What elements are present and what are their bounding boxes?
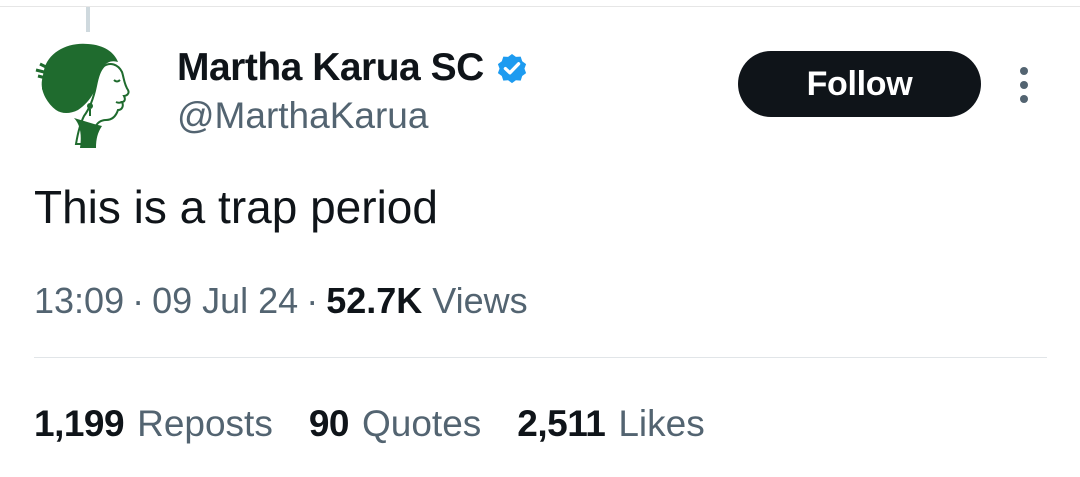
thread-connector-line	[86, 7, 90, 32]
tweet-time[interactable]: 13:09	[34, 280, 124, 322]
tweet-text: This is a trap period	[34, 181, 438, 233]
tweet-date[interactable]: 09 Jul 24	[152, 280, 298, 322]
reposts-stat[interactable]: 1,199 Reposts	[34, 403, 273, 445]
author-handle[interactable]: @MarthaKarua	[177, 95, 428, 137]
likes-stat[interactable]: 2,511 Likes	[517, 403, 704, 445]
tweet-meta-row: 13:09 · 09 Jul 24 · 52.7K Views	[34, 280, 528, 322]
likes-label: Likes	[618, 403, 705, 444]
avatar[interactable]	[34, 40, 138, 150]
likes-count: 2,511	[517, 403, 606, 444]
quotes-count: 90	[308, 403, 350, 444]
views-count[interactable]: 52.7K	[326, 280, 422, 322]
display-name[interactable]: Martha Karua SC	[177, 46, 484, 90]
engagement-stats-row: 1,199 Reposts 90 Quotes 2,511 Likes	[34, 403, 741, 445]
verified-badge-icon	[497, 54, 526, 84]
views-label[interactable]: Views	[432, 280, 527, 322]
reposts-label: Reposts	[137, 403, 273, 444]
reposts-count: 1,199	[34, 403, 125, 444]
quotes-label: Quotes	[361, 403, 482, 444]
follow-button[interactable]: Follow	[738, 51, 981, 117]
profile-silhouette-icon	[35, 43, 130, 148]
top-divider	[0, 6, 1080, 7]
quotes-stat[interactable]: 90 Quotes	[309, 403, 481, 445]
stats-divider	[34, 357, 1047, 358]
meta-separator: ·	[132, 280, 145, 321]
more-vertical-icon[interactable]	[1011, 64, 1037, 106]
author-name-row[interactable]: Martha Karua SC	[177, 45, 530, 91]
meta-separator: ·	[306, 280, 319, 321]
